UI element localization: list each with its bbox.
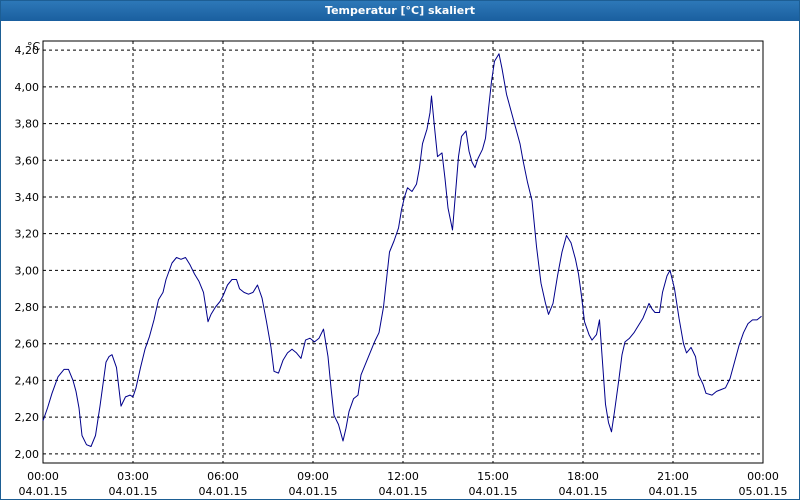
x-tick-time-label: 09:00 [297,470,329,483]
x-tick-date-label: 04.01.15 [109,485,158,498]
x-tick-date-label: 04.01.15 [559,485,608,498]
y-tick-label: 3,80 [15,118,40,131]
x-tick-time-label: 06:00 [207,470,239,483]
x-tick-time-label: 00:00 [27,470,59,483]
x-tick-time-label: 18:00 [567,470,599,483]
chart-window: Temperatur [°C] skaliert °C 2,00 2,20 2,40… [0,0,800,500]
temperature-series-line [42,53,762,447]
y-tick-label: 2,00 [15,448,40,461]
x-tick-time-label: 03:00 [117,470,149,483]
chart-title: Temperatur [°C] skaliert [1,1,799,21]
y-tick-label: 4,20 [15,44,40,57]
x-tick-date-label: 04.01.15 [649,485,698,498]
y-tick-label: 3,00 [15,264,40,277]
y-tick-label: 3,60 [15,154,40,167]
y-tick-label: 2,40 [15,374,40,387]
chart-tick-labels: 2,00 2,20 2,40 2,60 2,80 3,00 3,20 3,40 3,60 3,80… [15,44,788,498]
y-tick-label: 2,60 [15,338,40,351]
chart-grid [43,41,763,463]
x-tick-date-label: 04.01.15 [199,485,248,498]
x-tick-time-label: 12:00 [387,470,419,483]
x-tick-date-label: 05.01.15 [739,485,788,498]
y-tick-label: 2,80 [15,301,40,314]
x-tick-date-label: 04.01.15 [289,485,338,498]
y-tick-label: 3,40 [15,191,40,204]
x-tick-date-label: 04.01.15 [19,485,68,498]
y-tick-label: 2,20 [15,411,40,424]
x-tick-time-label: 21:00 [657,470,689,483]
chart-series [42,53,762,447]
x-tick-time-label: 15:00 [477,470,509,483]
x-tick-date-label: 04.01.15 [379,485,428,498]
temperature-chart: °C 2,002,202,402,602,803,003,203,403,603… [15,40,788,498]
x-tick-date-label: 04.01.15 [469,485,518,498]
plot-area-wrapper: °C 2,00 2,20 2,40 2,60 2,80 3,00 3,20 3,40 3,60 3… [1,21,799,499]
x-tick-time-label: 00:00 [747,470,779,483]
y-tick-label: 4,00 [15,81,40,94]
y-tick-label: 3,20 [15,228,40,241]
